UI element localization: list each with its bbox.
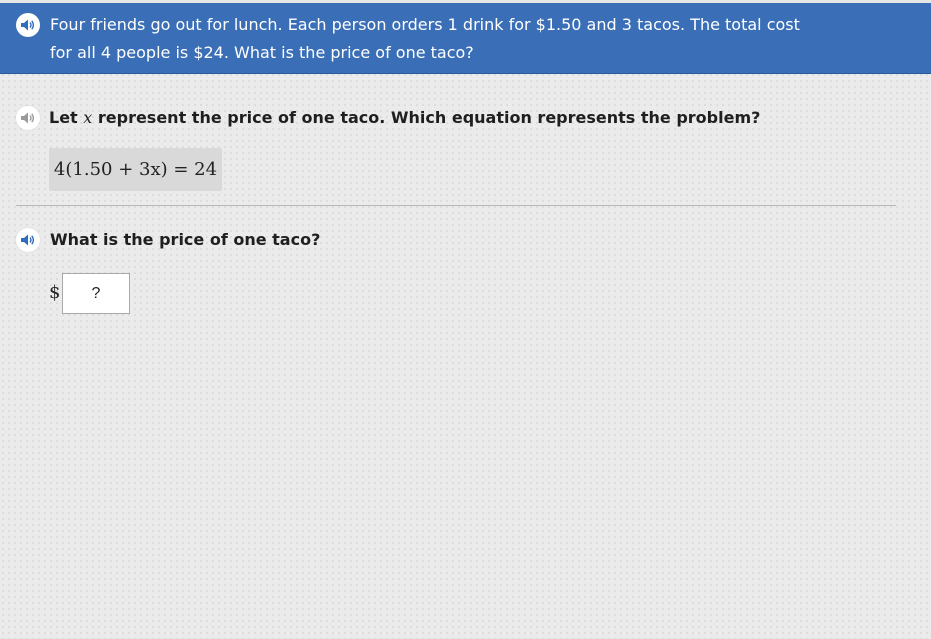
prompt-text: represent the price of one taco. Which e… (92, 108, 761, 127)
equation-answer: 4(1.50 + 3x) = 24 (49, 148, 222, 191)
part1-speaker-button[interactable] (16, 106, 40, 130)
problem-statement: Four friends go out for lunch. Each pers… (50, 15, 800, 62)
speaker-icon (21, 234, 35, 246)
part1-question: Let x represent the price of one taco. W… (49, 108, 760, 128)
speaker-icon (21, 19, 35, 31)
price-input[interactable]: ? (62, 273, 130, 314)
part2-speaker-button[interactable] (16, 228, 40, 252)
section-divider (16, 205, 896, 206)
part2-question: What is the price of one taco? (50, 230, 321, 249)
banner-speaker-button[interactable] (16, 13, 40, 37)
speaker-icon (21, 112, 35, 124)
prompt-text: Let (49, 108, 84, 127)
problem-banner: Four friends go out for lunch. Each pers… (0, 3, 931, 74)
math-variable: x (83, 108, 93, 127)
currency-symbol: $ (49, 282, 61, 303)
price-input-value: ? (91, 284, 101, 302)
equation-text: 4(1.50 + 3x) = 24 (53, 159, 218, 180)
